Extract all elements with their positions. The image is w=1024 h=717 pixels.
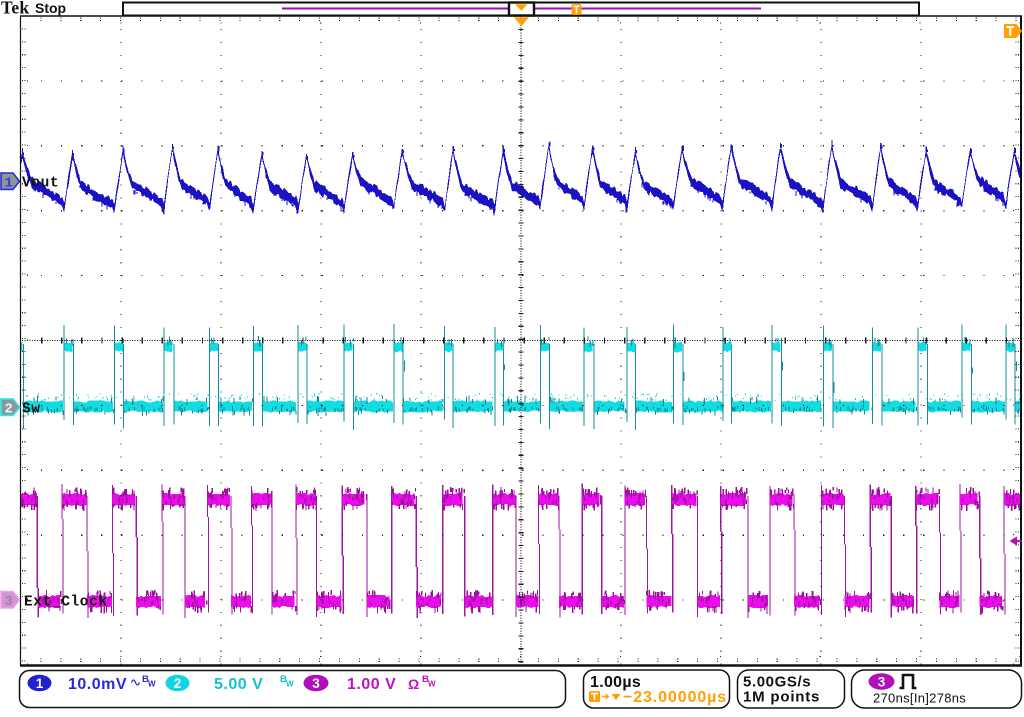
- svg-text:Tek: Tek: [1, 0, 29, 18]
- svg-text:2: 2: [174, 676, 182, 691]
- svg-text:10.0mV: 10.0mV: [68, 676, 127, 693]
- svg-text:5.00 V: 5.00 V: [214, 676, 263, 693]
- svg-text:Ext_Clock: Ext_Clock: [24, 595, 108, 611]
- svg-text:1: 1: [36, 676, 44, 691]
- svg-text:Ω: Ω: [408, 676, 419, 692]
- svg-text:1M points: 1M points: [743, 689, 820, 706]
- svg-text:270ns[In]278ns: 270ns[In]278ns: [873, 691, 966, 706]
- svg-text:3: 3: [878, 675, 886, 690]
- svg-text:1: 1: [5, 176, 13, 192]
- svg-text:Vout: Vout: [22, 176, 59, 192]
- svg-text:W: W: [286, 680, 294, 689]
- svg-text:3: 3: [312, 676, 320, 691]
- svg-text:W: W: [148, 680, 156, 689]
- svg-text:Sw: Sw: [22, 402, 41, 418]
- svg-text:W: W: [428, 680, 436, 689]
- svg-text:1.00 V: 1.00 V: [347, 676, 396, 693]
- svg-text:−23.00000µs: −23.00000µs: [623, 689, 727, 706]
- svg-text:2: 2: [5, 402, 13, 418]
- svg-text:Stop: Stop: [35, 0, 66, 16]
- svg-text:3: 3: [5, 594, 13, 610]
